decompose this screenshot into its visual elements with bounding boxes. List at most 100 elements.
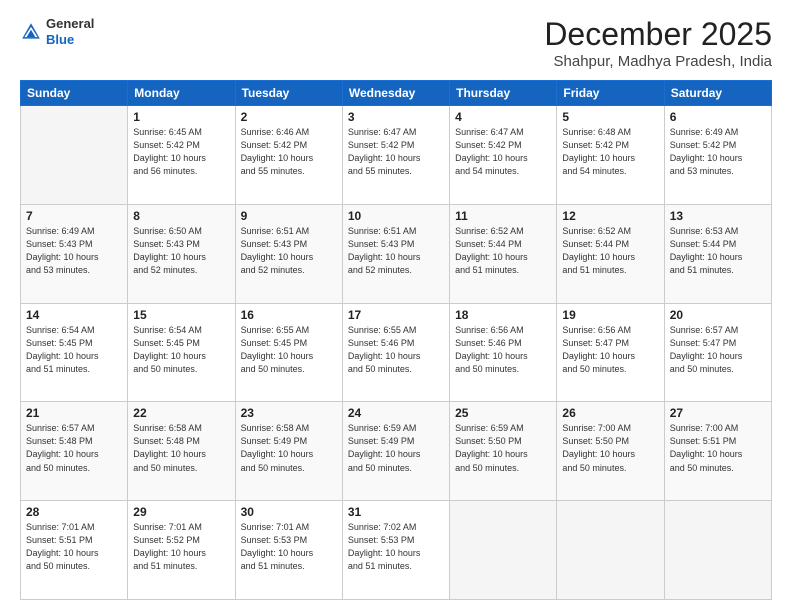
logo-text: General Blue: [46, 16, 94, 47]
calendar-cell: 21 Sunrise: 6:57 AMSunset: 5:48 PMDayligh…: [21, 402, 128, 501]
calendar-cell: 9 Sunrise: 6:51 AMSunset: 5:43 PMDaylight…: [235, 204, 342, 303]
col-header-thursday: Thursday: [450, 81, 557, 106]
day-info: Sunrise: 6:54 AMSunset: 5:45 PMDaylight:…: [133, 324, 229, 376]
calendar-cell: 26Sunrise: 7:00 AMSunset: 5:50 PMDayligh…: [557, 402, 664, 501]
day-number: 17: [348, 308, 444, 322]
calendar-cell: 30Sunrise: 7:01 AMSunset: 5:53 PMDayligh…: [235, 501, 342, 600]
day-info: Sunrise: 6:54 AMSunset: 5:45 PMDaylight:…: [26, 324, 122, 376]
day-info: Sunrise: 7:01 AMSunset: 5:53 PMDaylight:…: [241, 521, 337, 573]
calendar-cell: 7Sunrise: 6:49 AMSunset: 5:43 PMDaylight…: [21, 204, 128, 303]
calendar-cell: 14 Sunrise: 6:54 AMSunset: 5:45 PMDayligh…: [21, 303, 128, 402]
day-info: Sunrise: 6:52 AMSunset: 5:44 PMDaylight:…: [562, 225, 658, 277]
day-number: 1: [133, 110, 229, 124]
day-number: 21: [26, 406, 122, 420]
calendar-cell: 31 Sunrise: 7:02 AMSunset: 5:53 PMDayligh…: [342, 501, 449, 600]
calendar-cell: 3 Sunrise: 6:47 AMSunset: 5:42 PMDaylight…: [342, 106, 449, 205]
calendar-cell: 5 Sunrise: 6:48 AMSunset: 5:42 PMDaylight…: [557, 106, 664, 205]
calendar-cell: [557, 501, 664, 600]
day-number: 11: [455, 209, 551, 223]
calendar-cell: 1 Sunrise: 6:45 AMSunset: 5:42 PMDaylight…: [128, 106, 235, 205]
day-number: 24: [348, 406, 444, 420]
calendar-cell: [664, 501, 771, 600]
calendar-cell: 23 Sunrise: 6:58 AMSunset: 5:49 PMDayligh…: [235, 402, 342, 501]
col-header-saturday: Saturday: [664, 81, 771, 106]
calendar-cell: 2 Sunrise: 6:46 AMSunset: 5:42 PMDaylight…: [235, 106, 342, 205]
calendar-cell: 17 Sunrise: 6:55 AMSunset: 5:46 PMDayligh…: [342, 303, 449, 402]
day-number: 31: [348, 505, 444, 519]
day-info: Sunrise: 7:01 AMSunset: 5:52 PMDaylight:…: [133, 521, 229, 573]
day-info: Sunrise: 6:45 AMSunset: 5:42 PMDaylight:…: [133, 126, 229, 178]
day-info: Sunrise: 7:00 AMSunset: 5:51 PMDaylight:…: [670, 422, 766, 474]
calendar-table: SundayMondayTuesdayWednesdayThursdayFrid…: [20, 80, 772, 600]
calendar-cell: [21, 106, 128, 205]
day-info: Sunrise: 6:51 AMSunset: 5:43 PMDaylight:…: [241, 225, 337, 277]
day-number: 23: [241, 406, 337, 420]
logo-general: General: [46, 16, 94, 32]
day-info: Sunrise: 6:50 AMSunset: 5:43 PMDaylight:…: [133, 225, 229, 277]
col-header-wednesday: Wednesday: [342, 81, 449, 106]
calendar-cell: 13Sunrise: 6:53 AMSunset: 5:44 PMDayligh…: [664, 204, 771, 303]
day-number: 20: [670, 308, 766, 322]
calendar-cell: 19Sunrise: 6:56 AMSunset: 5:47 PMDayligh…: [557, 303, 664, 402]
calendar-week-row: 7Sunrise: 6:49 AMSunset: 5:43 PMDaylight…: [21, 204, 772, 303]
day-number: 22: [133, 406, 229, 420]
day-number: 14: [26, 308, 122, 322]
day-info: Sunrise: 6:53 AMSunset: 5:44 PMDaylight:…: [670, 225, 766, 277]
calendar-page: General Blue December 2025 Shahpur, Madh…: [0, 0, 792, 612]
day-info: Sunrise: 6:46 AMSunset: 5:42 PMDaylight:…: [241, 126, 337, 178]
logo-blue: Blue: [46, 32, 94, 48]
day-number: 26: [562, 406, 658, 420]
day-info: Sunrise: 6:58 AMSunset: 5:48 PMDaylight:…: [133, 422, 229, 474]
day-info: Sunrise: 6:59 AMSunset: 5:49 PMDaylight:…: [348, 422, 444, 474]
calendar-week-row: 21 Sunrise: 6:57 AMSunset: 5:48 PMDayligh…: [21, 402, 772, 501]
calendar-cell: 27Sunrise: 7:00 AMSunset: 5:51 PMDayligh…: [664, 402, 771, 501]
day-number: 10: [348, 209, 444, 223]
day-info: Sunrise: 7:01 AMSunset: 5:51 PMDaylight:…: [26, 521, 122, 573]
month-title: December 2025: [544, 16, 772, 53]
day-info: Sunrise: 7:02 AMSunset: 5:53 PMDaylight:…: [348, 521, 444, 573]
calendar-cell: 29Sunrise: 7:01 AMSunset: 5:52 PMDayligh…: [128, 501, 235, 600]
col-header-sunday: Sunday: [21, 81, 128, 106]
day-number: 6: [670, 110, 766, 124]
day-number: 5: [562, 110, 658, 124]
day-info: Sunrise: 6:57 AMSunset: 5:48 PMDaylight:…: [26, 422, 122, 474]
calendar-week-row: 1 Sunrise: 6:45 AMSunset: 5:42 PMDaylight…: [21, 106, 772, 205]
day-info: Sunrise: 6:58 AMSunset: 5:49 PMDaylight:…: [241, 422, 337, 474]
title-block: December 2025 Shahpur, Madhya Pradesh, I…: [544, 16, 772, 70]
calendar-cell: 24 Sunrise: 6:59 AMSunset: 5:49 PMDayligh…: [342, 402, 449, 501]
calendar-cell: 20 Sunrise: 6:57 AMSunset: 5:47 PMDayligh…: [664, 303, 771, 402]
day-info: Sunrise: 6:49 AMSunset: 5:43 PMDaylight:…: [26, 225, 122, 277]
calendar-cell: 6Sunrise: 6:49 AMSunset: 5:42 PMDaylight…: [664, 106, 771, 205]
location: Shahpur, Madhya Pradesh, India: [544, 53, 772, 70]
day-number: 3: [348, 110, 444, 124]
page-header: General Blue December 2025 Shahpur, Madh…: [20, 16, 772, 70]
day-number: 19: [562, 308, 658, 322]
calendar-cell: 15 Sunrise: 6:54 AMSunset: 5:45 PMDayligh…: [128, 303, 235, 402]
calendar-week-row: 14 Sunrise: 6:54 AMSunset: 5:45 PMDayligh…: [21, 303, 772, 402]
day-info: Sunrise: 6:55 AMSunset: 5:45 PMDaylight:…: [241, 324, 337, 376]
day-number: 12: [562, 209, 658, 223]
day-number: 9: [241, 209, 337, 223]
calendar-cell: 4Sunrise: 6:47 AMSunset: 5:42 PMDaylight…: [450, 106, 557, 205]
day-info: Sunrise: 6:47 AMSunset: 5:42 PMDaylight:…: [348, 126, 444, 178]
calendar-cell: 8Sunrise: 6:50 AMSunset: 5:43 PMDaylight…: [128, 204, 235, 303]
day-number: 28: [26, 505, 122, 519]
col-header-tuesday: Tuesday: [235, 81, 342, 106]
day-info: Sunrise: 6:55 AMSunset: 5:46 PMDaylight:…: [348, 324, 444, 376]
col-header-monday: Monday: [128, 81, 235, 106]
calendar-cell: 12 Sunrise: 6:52 AMSunset: 5:44 PMDayligh…: [557, 204, 664, 303]
day-number: 25: [455, 406, 551, 420]
col-header-friday: Friday: [557, 81, 664, 106]
day-info: Sunrise: 6:57 AMSunset: 5:47 PMDaylight:…: [670, 324, 766, 376]
day-info: Sunrise: 6:47 AMSunset: 5:42 PMDaylight:…: [455, 126, 551, 178]
day-number: 16: [241, 308, 337, 322]
day-info: Sunrise: 6:48 AMSunset: 5:42 PMDaylight:…: [562, 126, 658, 178]
day-number: 15: [133, 308, 229, 322]
day-info: Sunrise: 6:56 AMSunset: 5:46 PMDaylight:…: [455, 324, 551, 376]
calendar-cell: 16 Sunrise: 6:55 AMSunset: 5:45 PMDayligh…: [235, 303, 342, 402]
calendar-cell: 18Sunrise: 6:56 AMSunset: 5:46 PMDayligh…: [450, 303, 557, 402]
calendar-cell: 22 Sunrise: 6:58 AMSunset: 5:48 PMDayligh…: [128, 402, 235, 501]
logo-icon: [20, 21, 42, 43]
day-number: 2: [241, 110, 337, 124]
day-info: Sunrise: 6:59 AMSunset: 5:50 PMDaylight:…: [455, 422, 551, 474]
